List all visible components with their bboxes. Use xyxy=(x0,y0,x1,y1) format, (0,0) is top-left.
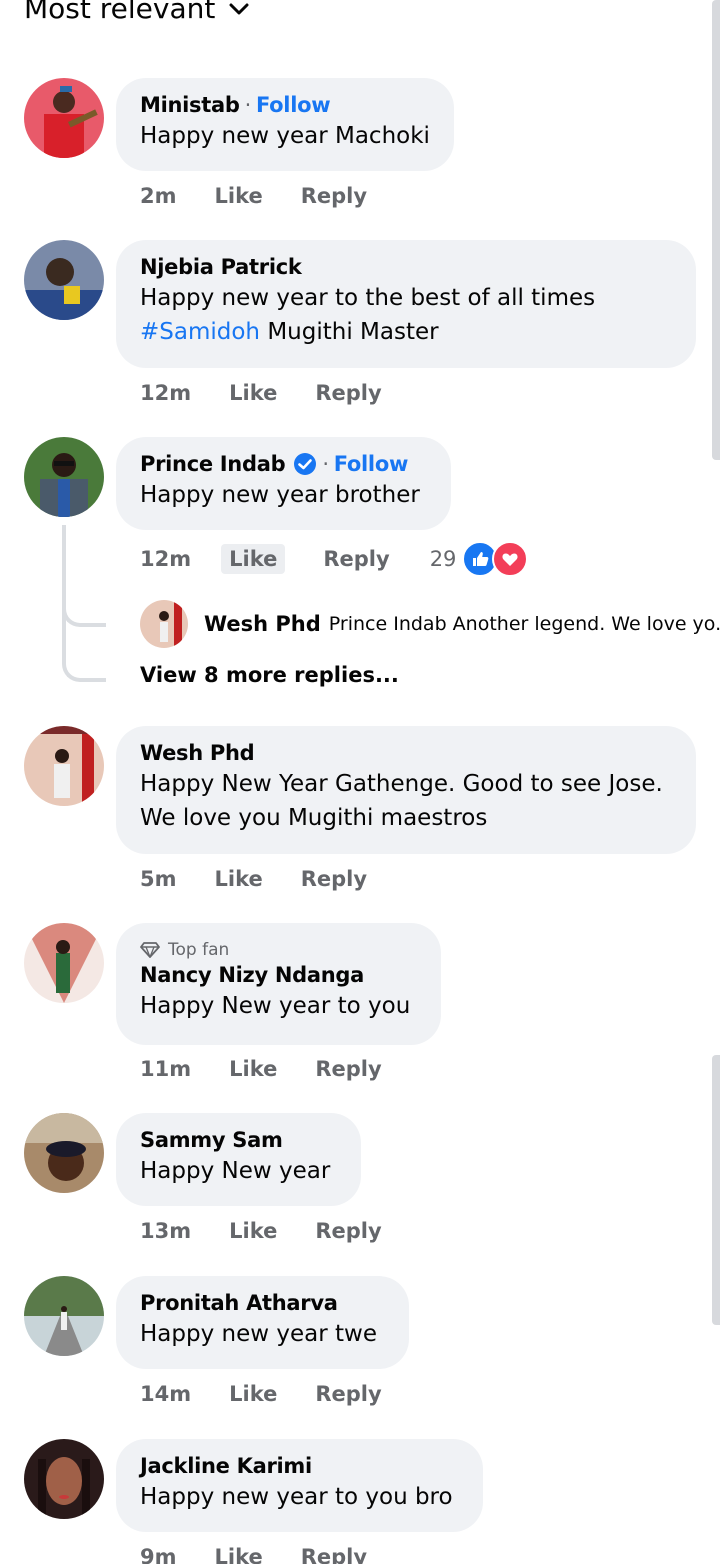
comment-actions: 5m Like Reply xyxy=(140,867,405,891)
timestamp[interactable]: 13m xyxy=(140,1219,191,1243)
comment-actions: 14m Like Reply xyxy=(140,1382,420,1406)
reply-preview[interactable]: Wesh Phd Prince Indab Another legend. We… xyxy=(140,600,720,648)
comment-text: Happy New year xyxy=(140,1158,331,1184)
like-button[interactable]: Like xyxy=(229,1219,277,1243)
follow-button[interactable]: Follow xyxy=(256,91,331,119)
comment-actions: 12m Like Reply xyxy=(140,381,420,405)
comment-text: Happy new year brother xyxy=(140,482,420,508)
reactions-summary[interactable]: 29 xyxy=(430,541,529,577)
verified-badge-icon xyxy=(294,453,317,475)
reaction-count: 29 xyxy=(429,547,457,571)
like-button[interactable]: Like xyxy=(215,1545,263,1564)
top-fan-label: Top fan xyxy=(168,940,230,960)
reply-author-name[interactable]: Wesh Phd xyxy=(204,612,321,636)
author-name[interactable]: Ministab xyxy=(140,91,240,119)
avatar[interactable] xyxy=(24,78,104,158)
comment-text-rest: Mugithi Master xyxy=(260,319,439,345)
sort-label: Most relevant xyxy=(24,0,216,25)
comment-bubble[interactable]: Pronitah Atharva Happy new year twe xyxy=(116,1276,409,1369)
comment-text: Happy new year twe xyxy=(140,1321,377,1347)
reply-button[interactable]: Reply xyxy=(301,184,367,208)
author-name[interactable]: Nancy Nizy Ndanga xyxy=(140,961,364,989)
reply-button[interactable]: Reply xyxy=(301,1545,367,1564)
comment-text: Happy New year to you xyxy=(140,993,411,1019)
reply-button[interactable]: Reply xyxy=(301,867,367,891)
comment-text-line2: We love you Mugithi maestros xyxy=(140,805,488,831)
comment-bubble[interactable]: Prince Indab · Follow Happy new year bro… xyxy=(116,437,451,530)
like-button[interactable]: Like xyxy=(215,867,263,891)
comment-text-line2: #Samidoh Mugithi Master xyxy=(140,315,672,349)
separator-dot: · xyxy=(322,452,329,476)
avatar[interactable] xyxy=(24,1276,104,1356)
comment-actions: 11m Like Reply xyxy=(140,1057,420,1081)
diamond-icon xyxy=(140,942,160,958)
sort-dropdown[interactable]: Most relevant xyxy=(24,0,249,25)
timestamp[interactable]: 12m xyxy=(140,381,191,405)
comment-text-line1: Happy New Year Gathenge. Good to see Jos… xyxy=(140,771,663,797)
author-name[interactable]: Jackline Karimi xyxy=(140,1452,312,1480)
author-name[interactable]: Prince Indab xyxy=(140,450,286,478)
view-more-replies-link[interactable]: View 8 more replies... xyxy=(140,663,399,687)
timestamp[interactable]: 9m xyxy=(140,1545,177,1564)
avatar[interactable] xyxy=(24,1439,104,1519)
thread-line xyxy=(62,600,106,682)
timestamp[interactable]: 11m xyxy=(140,1057,191,1081)
chevron-down-icon xyxy=(229,3,249,14)
author-name[interactable]: Pronitah Atharva xyxy=(140,1289,338,1317)
like-button[interactable]: Like xyxy=(229,1382,277,1406)
comment-text-line1: Happy new year to the best of all times xyxy=(140,285,596,311)
reply-button[interactable]: Reply xyxy=(315,1219,381,1243)
like-button[interactable]: Like xyxy=(229,1057,277,1081)
follow-button[interactable]: Follow xyxy=(334,450,409,478)
timestamp[interactable]: 14m xyxy=(140,1382,191,1406)
comment-bubble[interactable]: Sammy Sam Happy New year xyxy=(116,1113,361,1206)
comment-bubble[interactable]: Ministab · Follow Happy new year Machoki xyxy=(116,78,454,171)
scrollbar-track-top[interactable] xyxy=(712,0,720,460)
comment-bubble[interactable]: Top fan Nancy Nizy Ndanga Happy New year… xyxy=(116,923,441,1045)
reply-button[interactable]: Reply xyxy=(315,381,381,405)
reply-button[interactable]: Reply xyxy=(323,547,389,571)
reply-button[interactable]: Reply xyxy=(315,1382,381,1406)
comment-actions: 13m Like Reply xyxy=(140,1219,420,1243)
comment-bubble[interactable]: Njebia Patrick Happy new year to the bes… xyxy=(116,240,696,368)
comment-bubble[interactable]: Jackline Karimi Happy new year to you br… xyxy=(116,1439,483,1532)
comment-text: Happy new year Machoki xyxy=(140,123,430,149)
avatar[interactable] xyxy=(140,600,188,648)
timestamp[interactable]: 5m xyxy=(140,867,177,891)
comments-screen: Most relevant Ministab · Follow Happy ne… xyxy=(0,0,720,1564)
timestamp[interactable]: 12m xyxy=(140,547,191,571)
avatar[interactable] xyxy=(24,726,104,806)
timestamp[interactable]: 2m xyxy=(140,184,177,208)
avatar[interactable] xyxy=(24,1113,104,1193)
avatar[interactable] xyxy=(24,240,104,320)
avatar[interactable] xyxy=(24,923,104,1003)
comment-text: Happy new year to you bro xyxy=(140,1484,453,1510)
reply-button[interactable]: Reply xyxy=(315,1057,381,1081)
like-button[interactable]: Like xyxy=(221,544,286,574)
avatar[interactable] xyxy=(24,437,104,517)
comment-actions: 9m Like Reply xyxy=(140,1545,405,1564)
top-fan-badge: Top fan xyxy=(140,939,417,961)
separator-dot: · xyxy=(244,93,252,117)
author-name[interactable]: Wesh Phd xyxy=(140,739,255,767)
love-reaction-icon xyxy=(492,541,529,577)
like-button[interactable]: Like xyxy=(229,381,277,405)
comment-bubble[interactable]: Wesh Phd Happy New Year Gathenge. Good t… xyxy=(116,726,696,854)
comment-actions: 12m Like Reply 29 xyxy=(140,541,529,577)
author-name[interactable]: Njebia Patrick xyxy=(140,253,302,281)
comment-actions: 2m Like Reply xyxy=(140,184,405,208)
author-name[interactable]: Sammy Sam xyxy=(140,1126,283,1154)
hashtag-link[interactable]: #Samidoh xyxy=(140,319,260,345)
like-button[interactable]: Like xyxy=(215,184,263,208)
scrollbar-thumb[interactable] xyxy=(712,1055,720,1325)
reply-text: Prince Indab Another legend. We love yo.… xyxy=(328,613,720,635)
